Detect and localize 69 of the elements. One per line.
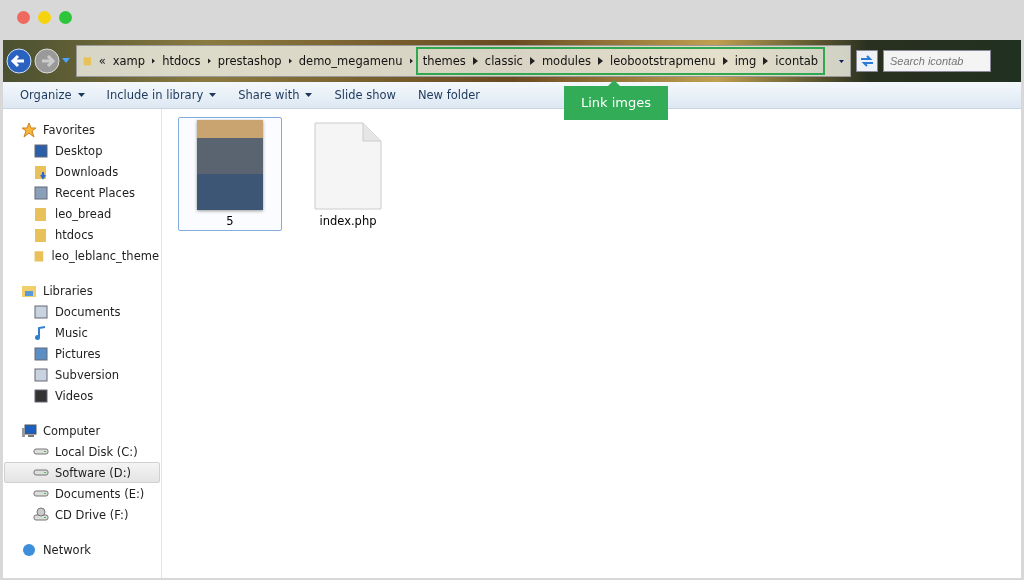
- toolbar-button[interactable]: Slide show: [325, 85, 405, 105]
- refresh-icon[interactable]: [856, 50, 878, 72]
- cd-drive-icon: [33, 506, 49, 523]
- sidebar-item[interactable]: CD Drive (F:): [4, 504, 160, 525]
- file-item[interactable]: index.php: [296, 117, 400, 231]
- folder-icon: [33, 205, 49, 222]
- breadcrumb-item[interactable]: xamp: [112, 54, 146, 68]
- arrow-icon[interactable]: [529, 57, 535, 65]
- back-icon[interactable]: [6, 48, 32, 74]
- address-bar[interactable]: « xamp htdocs prestashop demo_megamenu themes classic modules leobootstrapmenu img icontab: [76, 45, 851, 77]
- caret-icon: [77, 93, 85, 97]
- toolbar-button[interactable]: Include in library: [97, 85, 226, 105]
- drive-icon: [33, 448, 49, 455]
- arrow-icon[interactable]: [409, 57, 413, 65]
- file-item[interactable]: 5: [178, 117, 282, 231]
- callout-label: Link imges: [564, 86, 669, 120]
- breadcrumb-item[interactable]: leobootstrapmenu: [610, 54, 716, 68]
- forward-icon[interactable]: [34, 48, 60, 74]
- drive-icon: [33, 490, 49, 497]
- breadcrumb-item[interactable]: icontab: [775, 54, 819, 68]
- sidebar-header[interactable]: Libraries: [3, 280, 161, 301]
- sidebar-item[interactable]: Software (D:): [4, 462, 160, 483]
- downloads-folder-icon: [33, 163, 49, 180]
- sidebar-header[interactable]: Network: [3, 539, 161, 560]
- sidebar-item[interactable]: Recent Places: [4, 182, 160, 203]
- sidebar-item[interactable]: leo_bread: [4, 203, 160, 224]
- overflow-chevron[interactable]: «: [98, 54, 106, 68]
- toolbar-button[interactable]: New folder: [408, 85, 489, 105]
- sidebar-header[interactable]: Computer: [3, 420, 161, 441]
- breadcrumb-item[interactable]: classic: [484, 54, 523, 68]
- sidebar-header[interactable]: Favorites: [3, 119, 161, 140]
- caret-icon: [209, 93, 217, 97]
- drive-icon: [33, 469, 49, 476]
- sidebar-item[interactable]: Videos: [4, 385, 160, 406]
- search-field[interactable]: Search icontab: [883, 50, 991, 72]
- sidebar-item[interactable]: Music: [4, 322, 160, 343]
- caret-icon[interactable]: [839, 58, 844, 64]
- toolbar-button[interactable]: Organize: [11, 85, 94, 105]
- arrow-icon[interactable]: [152, 57, 156, 65]
- maximize-dot[interactable]: [59, 11, 72, 24]
- sidebar-item[interactable]: Documents (E:): [4, 483, 160, 504]
- sidebar-item[interactable]: Desktop: [4, 140, 160, 161]
- callout-pointer: [608, 80, 620, 86]
- minimize-dot[interactable]: [38, 11, 51, 24]
- computer-icon: [21, 422, 37, 439]
- arrow-icon[interactable]: [722, 57, 728, 65]
- sidebar-item[interactable]: Local Disk (C:): [4, 441, 160, 462]
- breadcrumb-item[interactable]: modules: [541, 54, 591, 68]
- caret-icon: [305, 93, 313, 97]
- sidebar-item[interactable]: Downloads: [4, 161, 160, 182]
- folder-icon: [33, 226, 49, 243]
- arrow-icon[interactable]: [288, 57, 292, 65]
- toolbar-button[interactable]: Share with: [229, 85, 322, 105]
- sidebar-item[interactable]: htdocs: [4, 224, 160, 245]
- arrow-icon[interactable]: [472, 57, 478, 65]
- arrow-icon[interactable]: [207, 57, 211, 65]
- breadcrumb-item[interactable]: prestashop: [217, 54, 282, 68]
- arrow-icon[interactable]: [598, 57, 603, 65]
- arrow-icon[interactable]: [763, 57, 769, 65]
- sidebar-item[interactable]: Pictures: [4, 343, 160, 364]
- sidebar-item[interactable]: leo_leblanc_theme: [4, 245, 160, 266]
- star-icon: [21, 121, 37, 138]
- breadcrumb-item[interactable]: img: [734, 54, 757, 68]
- sidebar-item[interactable]: Subversion: [4, 364, 160, 385]
- breadcrumb-item[interactable]: demo_megamenu: [298, 54, 403, 68]
- close-dot[interactable]: [17, 11, 30, 24]
- breadcrumb-item[interactable]: htdocs: [162, 54, 201, 68]
- breadcrumb-item[interactable]: themes: [422, 54, 466, 68]
- sidebar-item[interactable]: Documents: [4, 301, 160, 322]
